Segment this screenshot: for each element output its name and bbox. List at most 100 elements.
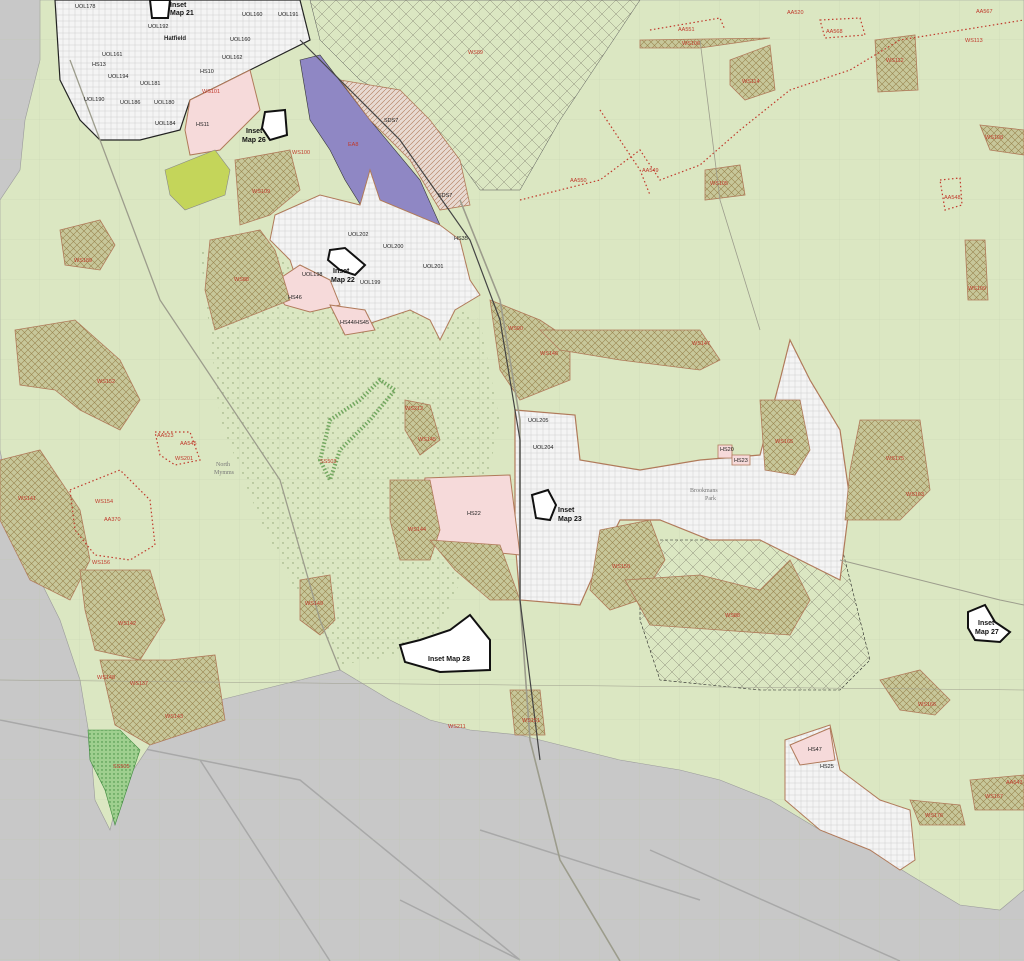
label-uol202: UOL202 — [348, 232, 369, 238]
label-ws90: WS90 — [508, 326, 523, 332]
place-mymms: Mymms — [214, 470, 235, 476]
label-hs10: HS10 — [200, 69, 214, 75]
label-uol190: UOL190 — [84, 97, 105, 103]
label-ws109a: WS109 — [252, 189, 270, 195]
label-uol205: UOL205 — [528, 418, 549, 424]
label-sds7b: SDS7 — [438, 193, 452, 199]
place-north: North — [216, 462, 230, 468]
inset-map-26-line2: Map 26 — [242, 137, 266, 144]
label-hs44: HS44/HS45 — [340, 320, 369, 326]
label-ss503: SS503 — [320, 459, 337, 465]
label-ws108: WS108 — [985, 135, 1003, 141]
inset-map-21-line1: Inset — [170, 2, 187, 9]
place-brookmans: Brookmans — [690, 488, 718, 494]
label-aa370: AA370 — [104, 517, 121, 523]
label-ws88b: WS88 — [725, 613, 740, 619]
label-ws145: WS145 — [418, 437, 436, 443]
label-ws166: WS166 — [918, 702, 936, 708]
label-uol184: UOL184 — [155, 121, 176, 127]
label-uol161: UOL161 — [102, 52, 123, 58]
label-uol199: UOL199 — [360, 280, 381, 286]
label-uol160b: UOL160 — [230, 37, 251, 43]
label-ws212: WS212 — [405, 406, 423, 412]
inset-map-23-line1: Inset — [558, 507, 575, 514]
label-ws152: WS152 — [97, 379, 115, 385]
label-uol198: UOL198 — [302, 272, 323, 278]
label-aa523: AA523 — [157, 433, 174, 439]
label-aa568: AA568 — [826, 29, 843, 35]
label-ws89: WS89 — [468, 50, 483, 56]
label-ws156: WS156 — [92, 560, 110, 566]
label-uol201: UOL201 — [423, 264, 444, 270]
label-hs47: HS47 — [808, 747, 822, 753]
label-ws112: WS112 — [886, 58, 904, 64]
place-park: Park — [705, 496, 716, 502]
label-aa545: AA545 — [180, 441, 197, 447]
inset-map-26-line1: Inset — [246, 128, 263, 135]
label-hs22: HS22 — [467, 511, 481, 517]
label-uol181: UOL181 — [140, 81, 161, 87]
label-ws167: WS167 — [985, 794, 1003, 800]
label-ws105: WS105 — [710, 181, 728, 187]
inset-map-28: Inset Map 28 — [428, 656, 470, 663]
label-ws106: WS106 — [682, 41, 700, 47]
label-hs46: HS46 — [288, 295, 302, 301]
label-ws109b: WS109 — [968, 286, 986, 292]
label-ea8: EA8 — [348, 142, 358, 148]
label-ws175: WS175 — [886, 456, 904, 462]
label-ws101: WS101 — [202, 89, 220, 95]
label-hs35: HS35 — [454, 236, 468, 242]
label-ws149: WS149 — [305, 601, 323, 607]
label-ws211: WS211 — [448, 724, 466, 730]
place-hatfield: Hatfield — [164, 36, 186, 42]
local-plan-map[interactable]: Inset Map 21 Inset Map 26 Inset Map 22 I… — [0, 0, 1024, 961]
label-ws114: WS114 — [742, 79, 760, 85]
label-sds7a: SDS7 — [384, 118, 398, 124]
label-hs25: HS25 — [820, 764, 834, 770]
label-aa543: AA543 — [1006, 780, 1023, 786]
label-hs13: HS13 — [92, 62, 106, 68]
label-ss505: SS505 — [113, 764, 130, 770]
label-ws176: WS176 — [925, 813, 943, 819]
label-uol204: UOL204 — [533, 445, 554, 451]
label-hs11: HS11 — [196, 122, 209, 128]
label-ws143: WS143 — [165, 714, 183, 720]
label-uol162: UOL162 — [222, 55, 243, 61]
label-aa549: AA549 — [642, 168, 659, 174]
label-ws163: WS163 — [906, 492, 924, 498]
label-ws189: WS189 — [74, 258, 92, 264]
label-ws148: WS148 — [97, 675, 115, 681]
label-ws151: WS151 — [522, 718, 540, 724]
inset-map-21-line2: Map 21 — [170, 10, 194, 17]
label-uol178: UOL178 — [75, 4, 96, 10]
label-ws141: WS141 — [18, 496, 36, 502]
label-ws88: WS88 — [234, 277, 249, 283]
label-ws137: WS137 — [130, 681, 148, 687]
label-aa548: AA548 — [944, 195, 961, 201]
label-uol160a: UOL160 — [242, 12, 263, 18]
inset-map-22-line1: Inset — [333, 268, 350, 275]
inset-map-27-line2: Map 27 — [975, 629, 999, 636]
label-uol192: UOL192 — [148, 24, 169, 30]
label-ws201: WS201 — [175, 456, 193, 462]
label-aa567: AA567 — [976, 9, 993, 15]
label-ws146: WS146 — [540, 351, 558, 357]
label-ws147: WS147 — [692, 341, 710, 347]
inset-map-22-line2: Map 22 — [331, 277, 355, 284]
label-ws142: WS142 — [118, 621, 136, 627]
label-aa551: AA551 — [678, 27, 695, 33]
label-aa550: AA550 — [570, 178, 587, 184]
label-ws113: WS113 — [965, 38, 983, 44]
label-ws100: WS100 — [292, 150, 310, 156]
inset-map-27-line1: Inset — [978, 620, 995, 627]
label-uol191: UOL191 — [278, 12, 299, 18]
label-uol186: UOL186 — [120, 100, 141, 106]
label-uol194: UOL194 — [108, 74, 129, 80]
label-ws165: WS165 — [775, 439, 793, 445]
label-ws144: WS144 — [408, 527, 426, 533]
label-hs20: HS20 — [720, 447, 734, 453]
label-uol200: UOL200 — [383, 244, 404, 250]
label-ws154: WS154 — [95, 499, 113, 505]
label-hs23: HS23 — [734, 458, 748, 464]
label-aa520: AA520 — [787, 10, 804, 16]
